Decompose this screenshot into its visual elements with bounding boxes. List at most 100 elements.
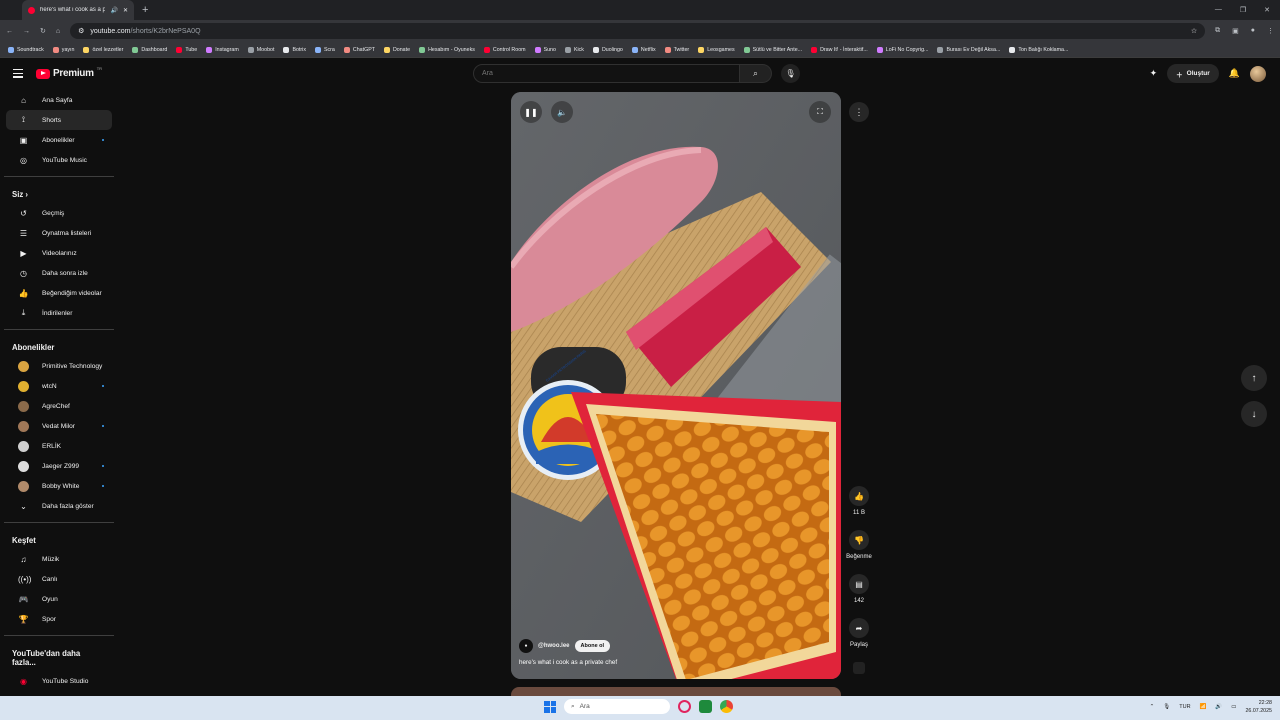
bookmark-item[interactable]: Netflix bbox=[631, 46, 656, 53]
bookmark-item[interactable]: Hesabım - Oyuneks bbox=[419, 46, 475, 53]
sidebar-item-main-0[interactable]: ⌂ Ana Sayfa bbox=[6, 90, 112, 110]
ai-assist-icon[interactable]: ✦ bbox=[1150, 68, 1158, 79]
taskbar-search[interactable]: ⌕ Ara bbox=[564, 699, 670, 714]
fullscreen-button[interactable]: ⛶ bbox=[809, 101, 831, 123]
bookmark-item[interactable]: Donate bbox=[383, 46, 410, 53]
sidebar-item-main-2[interactable]: ▣ Abonelikler bbox=[6, 130, 112, 150]
bookmark-item[interactable]: Draw It! - İnteraktif... bbox=[811, 46, 868, 53]
clock[interactable]: 22:28 26.07.2025 bbox=[1245, 699, 1272, 715]
subscribe-button[interactable]: Abone ol bbox=[574, 640, 611, 652]
previous-short-button[interactable]: ↑ bbox=[1241, 365, 1267, 391]
youtube-premium-logo[interactable]: Premium TR bbox=[36, 66, 102, 79]
speaker-icon[interactable]: 🔊 bbox=[110, 7, 117, 14]
home-button-icon[interactable]: ⌂ bbox=[56, 28, 60, 35]
omnibox[interactable]: ⚙ youtube.com/shorts/K2brNePSA0Q ☆ bbox=[70, 23, 1206, 39]
sidebar-item-explore-3[interactable]: 🏆 Spor bbox=[6, 609, 112, 629]
bookmark-item[interactable]: Scra bbox=[314, 46, 335, 53]
sidebar-show-more[interactable]: ⌄ Daha fazla göster bbox=[6, 496, 112, 516]
windows-start-icon[interactable] bbox=[544, 700, 556, 713]
forward-icon[interactable]: → bbox=[23, 28, 30, 35]
language-indicator[interactable]: TUR bbox=[1179, 704, 1190, 710]
sidebar-item-subs-4[interactable]: ERLİK bbox=[6, 436, 112, 456]
sidebar-item-you-3[interactable]: ◷ Daha sonra izle bbox=[6, 263, 112, 283]
sidebar-item-explore-1[interactable]: ((•)) Canlı bbox=[6, 569, 112, 589]
sidebar-item-explore-2[interactable]: 🎮 Oyun bbox=[6, 589, 112, 609]
sidebar-item-you-2[interactable]: ▶ Videolarınız bbox=[6, 243, 112, 263]
volume-tray-icon[interactable]: 🔊 bbox=[1215, 704, 1222, 710]
menu-kebab-icon[interactable]: ⋮ bbox=[1267, 27, 1274, 35]
notifications-bell-icon[interactable]: 🔔 bbox=[1229, 68, 1240, 79]
bookmark-item[interactable]: Botrix bbox=[283, 46, 306, 53]
sidebar-item-more-0[interactable]: ◉ YouTube Studio bbox=[6, 671, 112, 691]
volume-button[interactable]: 🔈 bbox=[551, 101, 573, 123]
shorts-player[interactable]: ❚❚ 🔈 ⛶ CAVIAR PETROSSIAN PARIS ● @hwoo.l… bbox=[511, 92, 841, 679]
bookmark-item[interactable]: Kick bbox=[564, 46, 584, 53]
more-options-button[interactable]: ⋮ bbox=[849, 102, 869, 122]
battery-icon[interactable]: ▭ bbox=[1231, 704, 1236, 710]
sidebar-item-subs-5[interactable]: Jaeger Z999 bbox=[6, 456, 112, 476]
sidebar-item-main-3[interactable]: ◎ YouTube Music bbox=[6, 150, 112, 170]
bookmark-item[interactable]: özel lezzetler bbox=[83, 46, 123, 53]
extensions-icon[interactable]: ⧉ bbox=[1215, 27, 1220, 35]
sidebar-item-subs-1[interactable]: wtcN bbox=[6, 376, 112, 396]
minimize-icon[interactable]: — bbox=[1215, 6, 1222, 14]
site-info-icon[interactable]: ⚙ bbox=[78, 27, 84, 35]
sidepanel-icon[interactable]: ▣ bbox=[1232, 27, 1239, 35]
bookmark-item[interactable]: Moobot bbox=[247, 46, 274, 53]
menu-icon[interactable] bbox=[13, 69, 23, 80]
bookmark-item[interactable]: LoFi No Copyrig... bbox=[876, 46, 928, 53]
bookmark-item[interactable]: Sütlü ve Bitter Ante... bbox=[743, 46, 802, 53]
sound-thumbnail[interactable] bbox=[853, 662, 865, 674]
bookmark-item[interactable]: Dashboard bbox=[132, 46, 167, 53]
sidebar-section-you[interactable]: Siz › bbox=[0, 181, 118, 203]
star-icon[interactable]: ☆ bbox=[1191, 27, 1197, 35]
voice-search-button[interactable]: 🎙 bbox=[781, 64, 800, 83]
profile-icon[interactable]: ● bbox=[1251, 27, 1255, 35]
like-button[interactable]: 👍 bbox=[849, 486, 869, 506]
new-tab-button[interactable]: + bbox=[142, 4, 148, 16]
browser-tab[interactable]: here's what i cook as a priv... 🔊 ✕ bbox=[22, 0, 134, 20]
close-tab-icon[interactable]: ✕ bbox=[123, 7, 128, 14]
share-button[interactable]: ➦ bbox=[849, 618, 869, 638]
bookmark-item[interactable]: Suno bbox=[534, 46, 556, 53]
sidebar-item-subs-2[interactable]: AgreChef bbox=[6, 396, 112, 416]
sidebar-item-subs-3[interactable]: Vedat Milor bbox=[6, 416, 112, 436]
search-input[interactable] bbox=[473, 64, 740, 83]
sidebar-item-main-1[interactable]: ⟟ Shorts bbox=[6, 110, 112, 130]
account-avatar[interactable] bbox=[1250, 65, 1266, 82]
search-button[interactable]: ⌕ bbox=[740, 64, 772, 83]
reload-icon[interactable]: ↻ bbox=[40, 27, 46, 35]
dislike-button[interactable]: 👎 bbox=[849, 530, 869, 550]
next-short-button[interactable]: ↓ bbox=[1241, 401, 1267, 427]
bookmark-item[interactable]: Ton Balığı Kokl­ama... bbox=[1009, 46, 1068, 53]
chevron-up-icon[interactable]: ⌃ bbox=[1150, 704, 1155, 710]
opera-app-icon[interactable] bbox=[678, 700, 691, 713]
sidebar-item-you-4[interactable]: 👍 Beğendiğim videolar bbox=[6, 283, 112, 303]
bookmark-item[interactable]: Instagram bbox=[206, 46, 239, 53]
sidebar-item-you-5[interactable]: ⤓ İndirilenler bbox=[6, 303, 112, 323]
sidebar-item-you-0[interactable]: ↺ Geçmiş bbox=[6, 203, 112, 223]
pause-button[interactable]: ❚❚ bbox=[520, 101, 542, 123]
channel-avatar[interactable]: ● bbox=[519, 639, 533, 653]
create-button[interactable]: ＋ Oluştur bbox=[1167, 64, 1219, 83]
sidebar-item-explore-0[interactable]: ♫ Müzik bbox=[6, 549, 112, 569]
bookmark-item[interactable]: Burası Ev Değil Aksa... bbox=[937, 46, 1000, 53]
bookmark-item[interactable]: Leosgames bbox=[698, 46, 735, 53]
terminal-app-icon[interactable] bbox=[699, 700, 712, 713]
comments-button[interactable]: ▤ bbox=[849, 574, 869, 594]
close-window-icon[interactable]: ✕ bbox=[1264, 6, 1270, 14]
sidebar-item-subs-6[interactable]: Bobby White bbox=[6, 476, 112, 496]
bookmark-item[interactable]: Twitter bbox=[664, 46, 689, 53]
bookmark-item[interactable]: ChatGPT bbox=[343, 46, 375, 53]
sidebar-item-you-1[interactable]: ☰ Oynatma listeleri bbox=[6, 223, 112, 243]
bookmark-item[interactable]: Soundtrack bbox=[8, 46, 44, 53]
chrome-app-icon[interactable] bbox=[720, 700, 733, 713]
short-title[interactable]: here's what i cook as a private chef bbox=[519, 659, 617, 666]
bookmark-item[interactable]: Tube bbox=[176, 46, 197, 53]
back-icon[interactable]: ← bbox=[6, 28, 13, 35]
wifi-icon[interactable]: 📶 bbox=[1200, 704, 1207, 710]
bookmark-item[interactable]: yayın bbox=[52, 46, 74, 53]
bookmark-item[interactable]: Duolingo bbox=[592, 46, 623, 53]
microphone-tray-icon[interactable]: 🎙 bbox=[1163, 704, 1170, 710]
restore-icon[interactable]: ❐ bbox=[1240, 6, 1246, 14]
